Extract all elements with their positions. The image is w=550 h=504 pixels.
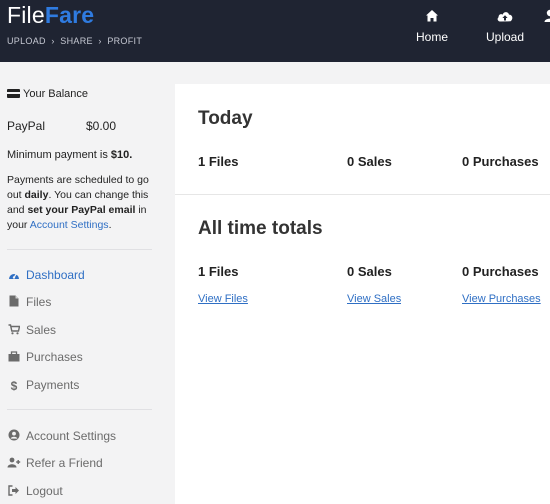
nav-home-label: Home — [415, 30, 448, 44]
minimum-payment-text: Minimum payment is $10. — [7, 149, 132, 161]
user-circle-icon — [7, 428, 21, 446]
home-icon — [426, 10, 438, 22]
today-files-count: 1 Files — [198, 154, 239, 169]
bag-icon — [7, 349, 21, 367]
sidebar-divider — [7, 249, 152, 250]
sidebar-divider — [7, 409, 152, 410]
view-sales-link[interactable]: View Sales — [347, 293, 401, 305]
all-time-totals-heading: All time totals — [198, 218, 323, 239]
schedule-text-4: . — [108, 219, 112, 231]
sidebar: Your Balance PayPal $0.00 Minimum paymen… — [0, 62, 170, 500]
sidebar-item-label: Sales — [26, 323, 57, 337]
total-sales-count: 0 Sales — [347, 264, 392, 279]
user-plus-icon — [7, 455, 21, 473]
minimum-payment-value: $10. — [110, 149, 133, 161]
total-files-count: 1 Files — [198, 264, 239, 279]
balance-title: Your Balance — [23, 88, 89, 100]
balance-heading: Your Balance — [7, 88, 88, 100]
paypal-label: PayPal — [7, 119, 46, 133]
schedule-daily: daily — [24, 189, 49, 201]
minimum-payment-prefix: Minimum payment is — [7, 149, 111, 161]
sidebar-item-label: Account Settings — [26, 429, 117, 443]
sidebar-item-label: Refer a Friend — [26, 456, 103, 470]
nav-more-clipped[interactable] — [540, 8, 550, 30]
sidebar-item-account-settings[interactable]: Account Settings — [7, 427, 116, 445]
sidebar-item-label: Dashboard — [26, 268, 85, 282]
total-purchases-count: 0 Purchases — [462, 264, 539, 279]
account-settings-link[interactable]: Account Settings — [30, 219, 109, 231]
logo-text-fare: Fare — [44, 2, 95, 28]
section-divider — [175, 194, 550, 195]
tagline: UPLOAD › SHARE › PROFIT — [7, 36, 143, 46]
sidebar-item-dashboard[interactable]: Dashboard — [7, 266, 85, 284]
sidebar-item-sales[interactable]: Sales — [7, 321, 56, 339]
user-icon — [544, 9, 550, 22]
view-purchases-link[interactable]: View Purchases — [462, 293, 550, 305]
credit-card-icon — [7, 89, 20, 98]
filefare-logo[interactable]: FileFare — [7, 2, 94, 29]
sidebar-item-label: Logout — [26, 484, 63, 498]
dashboard-icon — [7, 267, 21, 285]
today-purchases-count: 0 Purchases — [462, 154, 539, 169]
cloud-upload-icon — [497, 12, 513, 22]
sidebar-item-purchases[interactable]: Purchases — [7, 348, 83, 366]
today-sales-count: 0 Sales — [347, 154, 392, 169]
payment-schedule-text: Payments are scheduled to go out daily. … — [7, 173, 155, 233]
logo-text-file: File — [7, 2, 45, 28]
sign-out-icon — [7, 483, 21, 501]
sidebar-item-payments[interactable]: $ Payments — [7, 376, 80, 394]
sidebar-item-label: Files — [26, 295, 52, 309]
schedule-paypal-email: set your PayPal email — [27, 204, 136, 216]
paypal-balance: $0.00 — [86, 119, 117, 133]
nav-upload-label: Upload — [485, 30, 525, 44]
sidebar-item-logout[interactable]: Logout — [7, 482, 63, 500]
sidebar-item-label: Purchases — [26, 350, 83, 364]
dashboard-panel: Today 1 Files 0 Sales 0 Purchases All ti… — [175, 84, 550, 504]
file-icon — [7, 294, 21, 312]
top-navbar: FileFare UPLOAD › SHARE › PROFIT Home Up… — [0, 0, 550, 62]
sidebar-item-label: Payments — [26, 378, 80, 392]
view-files-link[interactable]: View Files — [198, 293, 248, 305]
sidebar-item-refer-a-friend[interactable]: Refer a Friend — [7, 454, 103, 472]
dollar-icon: $ — [10, 378, 18, 393]
today-heading: Today — [198, 108, 253, 129]
cart-icon — [7, 322, 21, 340]
nav-upload[interactable]: Upload — [484, 8, 526, 44]
nav-home[interactable]: Home — [414, 8, 450, 44]
sidebar-item-files[interactable]: Files — [7, 293, 51, 311]
